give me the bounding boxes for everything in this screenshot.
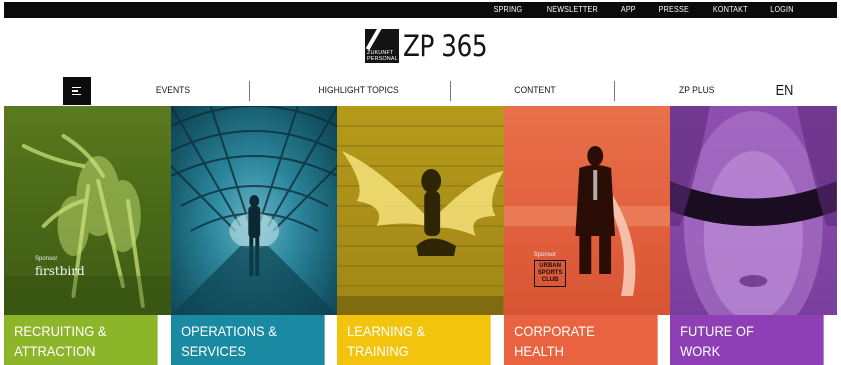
sponsor-label: Sponsor xyxy=(35,256,58,262)
nav-item-highlight-topics[interactable]: HIGHLIGHT TOPICS xyxy=(318,77,398,105)
urban-sports-club-sponsor-logo: URBAN SPORTS CLUB xyxy=(533,260,567,287)
firstbird-sponsor-logo: firstbird xyxy=(35,264,85,278)
tile-recruiting-attraction[interactable]: Sponsor firstbird RECRUITING & ATTRACTIO… xyxy=(4,106,171,365)
tile-title-line2: SERVICES xyxy=(180,343,246,359)
sponsor-label: Sponsor xyxy=(533,252,557,258)
tile-label: CORPORATE HEALTH xyxy=(503,315,658,365)
tile-label: RECRUITING & ATTRACTION xyxy=(4,315,158,365)
tile-title-line1: CORPORATE xyxy=(513,323,595,339)
tunnel-photo xyxy=(170,106,338,315)
top-utility-bar: SPRING NEWSLETTER APP PRESSE KONTAKT LOG… xyxy=(4,2,837,18)
tile-operations-services[interactable]: OPERATIONS & SERVICES xyxy=(170,106,338,365)
topic-tiles: Sponsor firstbird RECRUITING & ATTRACTIO… xyxy=(4,106,837,365)
zukunft-personal-logo-mark: ZUKUNFT PERSONAL xyxy=(365,29,399,63)
tile-label: LEARNING & TRAINING xyxy=(337,315,491,365)
tile-title-line1: LEARNING & xyxy=(347,323,426,339)
logo-mark-line2: PERSONAL xyxy=(367,56,398,62)
topbar-link-kontakt[interactable]: KONTAKT xyxy=(712,2,747,18)
tile-title-line2: WORK xyxy=(680,343,721,359)
nav-item-zp-plus[interactable]: ZP PLUS xyxy=(679,77,714,105)
topbar-link-app[interactable]: APP xyxy=(621,2,636,18)
main-navigation: EVENTS HIGHLIGHT TOPICS CONTENT ZP PLUS … xyxy=(4,77,837,105)
businessman-surfboard-photo: Sponsor URBAN SPORTS CLUB xyxy=(503,106,671,315)
tile-corporate-health[interactable]: Sponsor URBAN SPORTS CLUB CORPORATE HEAL… xyxy=(503,106,671,365)
vr-headset-woman-photo xyxy=(670,106,837,315)
tile-label: OPERATIONS & SERVICES xyxy=(170,315,324,365)
site-logo[interactable]: ZUKUNFT PERSONAL ZP 365 xyxy=(365,28,502,64)
tile-title-line1: FUTURE OF xyxy=(680,323,755,339)
topbar-link-presse[interactable]: PRESSE xyxy=(659,2,689,18)
dancers-photo: Sponsor firstbird xyxy=(4,106,171,315)
logo-title: ZP 365 xyxy=(403,29,488,63)
winged-woman-photo xyxy=(337,106,504,315)
tile-learning-training[interactable]: LEARNING & TRAINING xyxy=(337,106,504,365)
language-switch[interactable]: EN xyxy=(776,77,794,105)
tile-title-line2: HEALTH xyxy=(513,343,564,359)
tile-future-of-work[interactable]: FUTURE OF WORK xyxy=(670,106,837,365)
tile-title-line2: TRAINING xyxy=(347,343,409,359)
nav-item-content[interactable]: CONTENT xyxy=(514,77,555,105)
nav-divider xyxy=(450,81,451,101)
tile-title-line2: ATTRACTION xyxy=(14,343,96,359)
nav-item-events[interactable]: EVENTS xyxy=(156,77,190,105)
topbar-link-login[interactable]: LOGIN xyxy=(770,2,793,18)
tile-title-line1: OPERATIONS & xyxy=(180,323,277,339)
hamburger-menu-icon[interactable] xyxy=(63,77,91,105)
tile-label: FUTURE OF WORK xyxy=(670,315,824,365)
topbar-link-spring[interactable]: SPRING xyxy=(493,2,522,18)
nav-divider xyxy=(249,81,250,101)
topbar-link-newsletter[interactable]: NEWSLETTER xyxy=(546,2,597,18)
tile-title-line1: RECRUITING & xyxy=(14,323,107,339)
nav-divider xyxy=(614,81,615,101)
